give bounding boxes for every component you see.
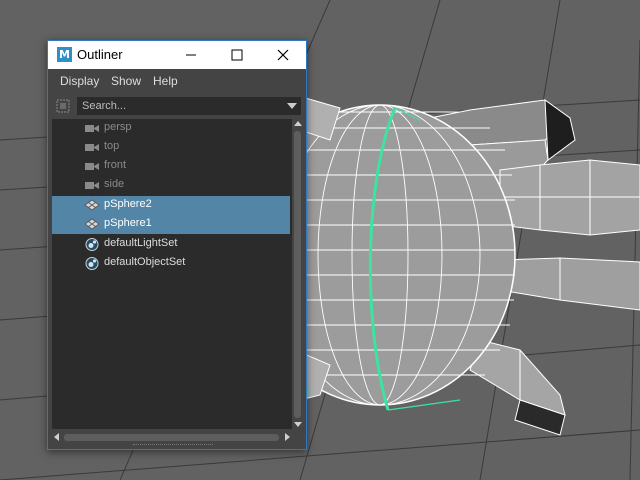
title-bar[interactable]: M Outliner bbox=[48, 41, 306, 69]
outliner-item-psphere1[interactable]: pSphere1 bbox=[52, 215, 290, 234]
outliner-item-defaultobjectset[interactable]: defaultObjectSet bbox=[52, 254, 290, 273]
outliner-item-psphere2[interactable]: pSphere2 bbox=[52, 196, 290, 215]
outliner-item-label: defaultLightSet bbox=[104, 237, 178, 249]
search-box bbox=[77, 97, 301, 115]
scroll-up-arrow-icon[interactable] bbox=[294, 121, 302, 126]
maya-app-icon: M bbox=[57, 47, 72, 62]
outliner-item-label: pSphere2 bbox=[104, 198, 152, 210]
minimize-button[interactable] bbox=[168, 41, 214, 69]
horizontal-scroll-thumb[interactable] bbox=[64, 434, 279, 441]
outliner-item-side[interactable]: side bbox=[52, 176, 290, 195]
outliner-item-label: defaultObjectSet bbox=[104, 256, 186, 268]
set-icon bbox=[85, 257, 99, 270]
mesh-icon bbox=[84, 199, 100, 211]
search-dropdown-arrow-icon[interactable] bbox=[287, 103, 297, 109]
close-button[interactable] bbox=[260, 41, 306, 69]
outliner-item-persp[interactable]: persp bbox=[52, 119, 290, 138]
outliner-item-label: persp bbox=[104, 121, 132, 133]
vertical-scroll-thumb[interactable] bbox=[294, 131, 301, 418]
camera-icon bbox=[85, 163, 99, 170]
outliner-item-front[interactable]: front bbox=[52, 157, 290, 176]
scroll-left-arrow-icon[interactable] bbox=[54, 433, 59, 441]
set-icon bbox=[85, 238, 99, 251]
menu-help[interactable]: Help bbox=[153, 74, 178, 88]
horizontal-scrollbar[interactable] bbox=[52, 431, 292, 443]
outliner-item-label: pSphere1 bbox=[104, 217, 152, 229]
maximize-icon bbox=[231, 49, 243, 61]
outliner-list[interactable]: persp top front side pSphere2 pSphere1 d… bbox=[52, 119, 292, 429]
camera-icon bbox=[85, 182, 99, 189]
outliner-item-defaultlightset[interactable]: defaultLightSet bbox=[52, 235, 290, 254]
menu-display[interactable]: Display bbox=[60, 74, 99, 88]
window-title: Outliner bbox=[77, 47, 123, 62]
vertical-scrollbar[interactable] bbox=[292, 119, 304, 429]
menu-bar: Display Show Help bbox=[49, 70, 305, 94]
camera-icon bbox=[85, 125, 99, 132]
outliner-item-top[interactable]: top bbox=[52, 138, 290, 157]
outliner-window[interactable]: M Outliner Display Show Help persp bbox=[47, 40, 307, 450]
scroll-right-arrow-icon[interactable] bbox=[285, 433, 290, 441]
filter-icon[interactable] bbox=[55, 98, 71, 114]
search-input[interactable] bbox=[77, 97, 282, 115]
mesh-icon bbox=[84, 218, 100, 230]
menu-show[interactable]: Show bbox=[111, 74, 141, 88]
outliner-item-label: side bbox=[104, 178, 125, 190]
resize-grip[interactable] bbox=[133, 444, 213, 448]
close-icon bbox=[277, 49, 289, 61]
camera-icon bbox=[85, 144, 99, 151]
outliner-item-label: top bbox=[104, 140, 120, 152]
minimize-icon bbox=[186, 54, 196, 56]
search-row bbox=[51, 96, 303, 116]
outliner-item-label: front bbox=[104, 159, 127, 171]
maximize-button[interactable] bbox=[214, 41, 260, 69]
scroll-down-arrow-icon[interactable] bbox=[294, 422, 302, 427]
